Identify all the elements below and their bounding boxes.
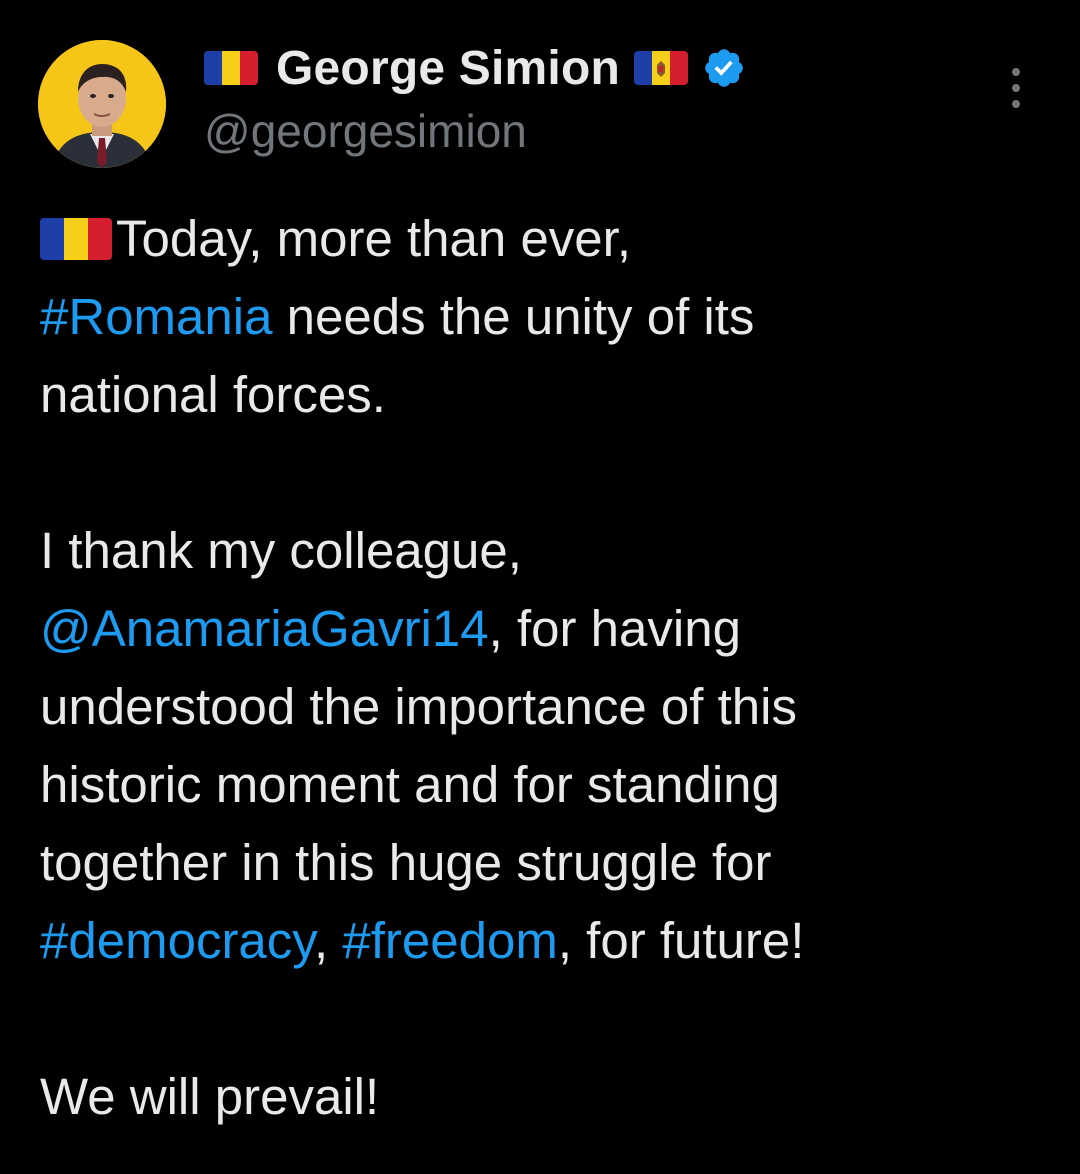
text-segment: , for future! xyxy=(557,912,805,969)
text-line: Today, more than ever, xyxy=(40,200,1060,278)
tweet: George Simion @georgesimion Today, more … xyxy=(0,0,1080,1174)
text-segment: needs the unity of its xyxy=(272,288,755,345)
hashtag-democracy[interactable]: #democracy xyxy=(40,912,314,969)
text-line: #Romania needs the unity of its xyxy=(40,278,1060,356)
moldova-flag-icon xyxy=(634,51,688,85)
text-line: We will prevail! xyxy=(40,1068,380,1125)
mention-anamariagavri14[interactable]: @AnamariaGavri14 xyxy=(40,600,489,657)
text-line: understood the importance of this xyxy=(40,678,797,735)
text-segment: , for having xyxy=(488,600,741,657)
tweet-text: Today, more than ever, #Romania needs th… xyxy=(40,200,1060,1136)
hashtag-freedom[interactable]: #freedom xyxy=(342,912,557,969)
text-line: national forces. xyxy=(40,366,386,423)
display-name-row[interactable]: George Simion xyxy=(204,38,746,98)
text-line: I thank my colleague, xyxy=(40,522,522,579)
profile-photo-icon xyxy=(38,40,166,168)
author-names: George Simion @georgesimion xyxy=(204,38,746,158)
avatar[interactable] xyxy=(38,40,166,168)
romania-flag-icon xyxy=(40,218,112,260)
display-name[interactable]: George Simion xyxy=(276,41,620,96)
text-line: #democracy, #freedom, for future! xyxy=(40,902,1060,980)
handle[interactable]: @georgesimion xyxy=(204,104,746,158)
tweet-header: George Simion @georgesimion xyxy=(38,38,1048,168)
romania-flag-icon xyxy=(204,51,258,85)
text-segment: Today, more than ever, xyxy=(116,210,632,267)
hashtag-romania[interactable]: #Romania xyxy=(40,288,272,345)
text-line: @AnamariaGavri14, for having xyxy=(40,590,1060,668)
text-line: together in this huge struggle for xyxy=(40,834,772,891)
verified-badge-icon xyxy=(705,49,743,87)
text-line: historic moment and for standing xyxy=(40,756,780,813)
text-segment: , xyxy=(314,912,343,969)
more-options-icon[interactable] xyxy=(1006,68,1026,108)
